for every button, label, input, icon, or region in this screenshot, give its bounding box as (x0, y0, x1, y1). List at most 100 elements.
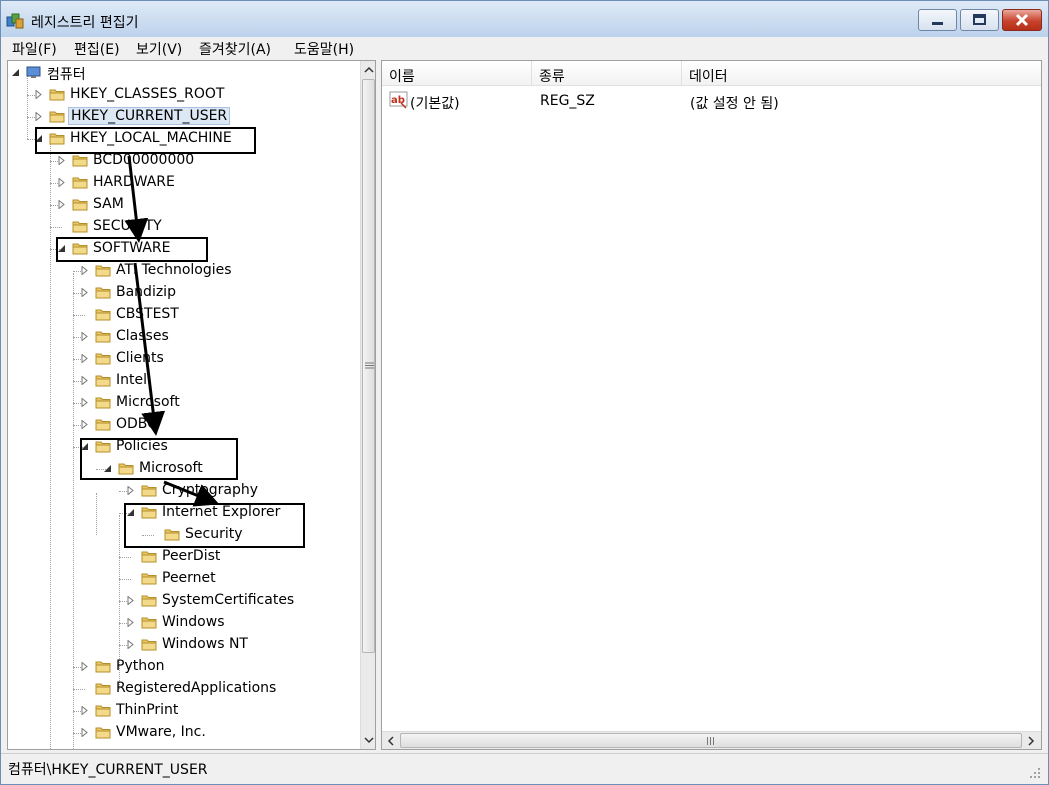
regedit-app-icon (6, 13, 24, 29)
values-list-pane[interactable]: 이름 종류 데이터 ab (기본값) REG_SZ (값 설정 안 됨) (381, 60, 1042, 750)
expand-arrow-icon[interactable] (81, 706, 89, 715)
tree-node[interactable]: Windows NT (8, 635, 358, 655)
tree-node[interactable]: HKEY_CURRENT_USER (8, 107, 358, 127)
list-scroll-thumb[interactable] (400, 733, 1022, 748)
tree-node-label: HKEY_CURRENT_USER (68, 107, 231, 125)
expand-arrow-icon[interactable] (35, 90, 43, 99)
tree-node[interactable]: RegisteredApplications (8, 679, 358, 699)
tree-node-label: SystemCertificates (162, 592, 295, 608)
menu-view[interactable]: 보기(V) (136, 39, 182, 59)
scroll-down-arrow-icon[interactable] (364, 736, 374, 744)
ab-string-icon: ab (389, 91, 408, 109)
expand-arrow-icon[interactable] (127, 596, 135, 605)
expand-arrow-icon[interactable] (81, 332, 89, 341)
tree-node[interactable]: ATI Technologies (8, 261, 358, 281)
folder-icon (95, 397, 111, 409)
folder-icon (49, 89, 65, 101)
expand-arrow-icon[interactable] (81, 662, 89, 671)
folder-icon (95, 727, 111, 739)
tree-node-label: Python (116, 658, 165, 674)
tree-node-label: SAM (93, 196, 124, 212)
expand-arrow-icon[interactable] (81, 354, 89, 363)
tree-node[interactable]: SECURITY (8, 217, 358, 237)
tree-node-label: Windows NT (162, 636, 248, 652)
folder-icon (141, 595, 157, 607)
column-header-type[interactable]: 종류 (532, 61, 682, 86)
expand-arrow-icon[interactable] (58, 178, 66, 187)
tree-node[interactable]: Windows (8, 613, 358, 633)
folder-icon (95, 353, 111, 365)
tree-node[interactable]: Peernet (8, 569, 358, 589)
expand-arrow-icon[interactable] (81, 376, 89, 385)
tree-node-label: ODBC (116, 416, 157, 432)
tree-node[interactable]: 컴퓨터 (8, 63, 358, 83)
tree-node[interactable]: Cryptography (8, 481, 358, 501)
tree-node[interactable]: ThinPrint (8, 701, 358, 721)
minimize-icon (932, 22, 943, 25)
folder-icon (141, 639, 157, 651)
tree-node-label: Bandizip (116, 284, 176, 300)
grip-icon (707, 737, 714, 745)
tree-node-label: Classes (116, 328, 169, 344)
menu-help[interactable]: 도움말(H) (294, 39, 354, 59)
expand-arrow-icon[interactable] (127, 486, 135, 495)
tree-node[interactable]: CBSTEST (8, 305, 358, 325)
expand-arrow-icon[interactable] (81, 398, 89, 407)
folder-icon (141, 573, 157, 585)
expand-arrow-icon[interactable] (81, 266, 89, 275)
tree-node[interactable]: PeerDist (8, 547, 358, 567)
tree-node[interactable]: Clients (8, 349, 358, 369)
tree-node[interactable]: Bandizip (8, 283, 358, 303)
tree-node[interactable]: BCD00000000 (8, 151, 358, 171)
tree-node[interactable]: SAM (8, 195, 358, 215)
tree-node-label: Microsoft (116, 394, 180, 410)
tree-node[interactable]: Intel (8, 371, 358, 391)
folder-icon (95, 661, 111, 673)
column-header-name[interactable]: 이름 (382, 61, 532, 86)
scroll-left-arrow-icon[interactable] (387, 736, 395, 746)
tree-node[interactable]: VMware, Inc. (8, 723, 358, 743)
folder-icon (72, 221, 88, 233)
tree-node-label: Windows (162, 614, 225, 630)
tree-connector-line (119, 557, 131, 558)
expand-arrow-icon[interactable] (81, 288, 89, 297)
expand-arrow-icon[interactable] (58, 200, 66, 209)
tree-node[interactable]: HKEY_CLASSES_ROOT (8, 85, 358, 105)
minimize-button[interactable] (918, 9, 957, 31)
scroll-right-arrow-icon[interactable] (1027, 736, 1035, 746)
menu-edit[interactable]: 편집(E) (74, 39, 120, 59)
expand-arrow-icon[interactable] (35, 112, 43, 121)
expand-arrow-icon[interactable] (127, 640, 135, 649)
tree-node[interactable]: Microsoft (8, 393, 358, 413)
folder-icon (72, 155, 88, 167)
folder-icon (95, 683, 111, 695)
tree-node[interactable]: ODBC (8, 415, 358, 435)
highlight-box-policies (80, 438, 238, 480)
folder-icon (95, 705, 111, 717)
tree-node[interactable]: Classes (8, 327, 358, 347)
tree-node-label: CBSTEST (116, 306, 179, 322)
expand-arrow-icon[interactable] (58, 156, 66, 165)
tree-scroll-thumb[interactable] (362, 79, 375, 653)
resize-grip-icon[interactable] (1028, 766, 1042, 780)
menu-favorites[interactable]: 즐겨찾기(A) (199, 39, 271, 59)
menu-file[interactable]: 파일(F) (12, 39, 57, 59)
expand-arrow-icon[interactable] (127, 618, 135, 627)
maximize-button[interactable] (960, 9, 999, 31)
column-header-data[interactable]: 데이터 (682, 61, 1041, 86)
tree-connector-line (73, 315, 85, 316)
expand-arrow-icon[interactable] (81, 728, 89, 737)
collapse-arrow-icon[interactable] (12, 68, 20, 77)
tree-node-label: Intel (116, 372, 147, 388)
folder-icon (95, 375, 111, 387)
tree-vertical-scrollbar[interactable] (360, 61, 375, 749)
registry-tree-pane[interactable]: 컴퓨터 HKEY_CLASSES_ROOT HKEY_CURRENT_USER HKE… (7, 60, 376, 750)
scroll-up-arrow-icon[interactable] (364, 66, 374, 74)
close-button[interactable] (1002, 9, 1042, 31)
expand-arrow-icon[interactable] (81, 420, 89, 429)
list-horizontal-scrollbar[interactable] (382, 731, 1041, 749)
tree-node[interactable]: SystemCertificates (8, 591, 358, 611)
tree-node[interactable]: HARDWARE (8, 173, 358, 193)
status-path: 컴퓨터\HKEY_CURRENT_USER (8, 762, 208, 778)
tree-node[interactable]: Python (8, 657, 358, 677)
